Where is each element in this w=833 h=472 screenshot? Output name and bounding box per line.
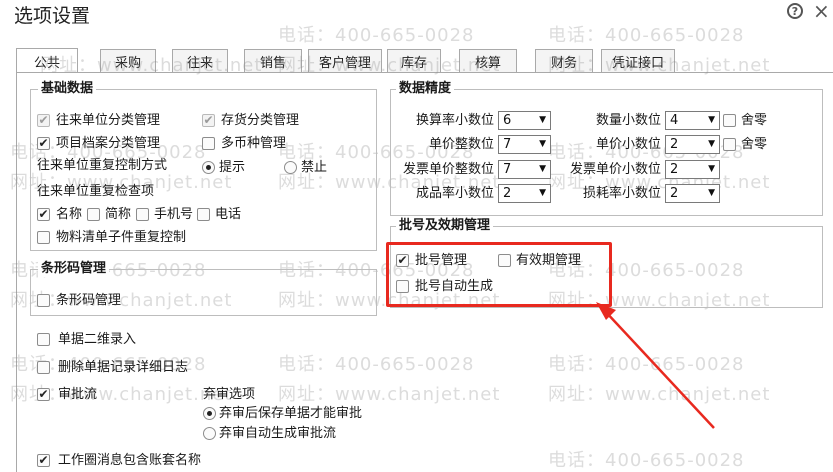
dup-check-label: 往来单位重复检查项	[37, 184, 155, 199]
stock-category-label: 存货分类管理	[221, 113, 300, 128]
select-value: 2	[670, 162, 679, 177]
select-value: 7	[503, 162, 512, 177]
check-tel-label: 电话	[215, 207, 242, 222]
watermark: 电话：400-665-0028	[548, 450, 745, 471]
project-category-checkbox[interactable]: ✔	[37, 137, 50, 150]
abandon-save-radio[interactable]	[203, 407, 216, 420]
check-mobile-checkbox[interactable]	[136, 208, 149, 221]
check-short-label: 简称	[105, 207, 132, 222]
qr-input-checkbox[interactable]	[37, 333, 50, 346]
check-name-checkbox[interactable]: ✔	[37, 208, 50, 221]
dup-forbid-radio[interactable]	[284, 161, 297, 174]
bom-dup-checkbox[interactable]	[37, 231, 50, 244]
barcode-checkbox[interactable]	[37, 294, 50, 307]
dup-prompt-label: 提示	[219, 160, 246, 175]
help-icon[interactable]: ?	[787, 3, 803, 19]
loss-decimal-select[interactable]: 2 ▼	[665, 184, 720, 203]
select-value: 6	[503, 113, 512, 128]
delete-log-checkbox[interactable]	[37, 361, 50, 374]
select-value: 2	[670, 186, 679, 201]
precision-label: 成品率小数位	[415, 186, 494, 201]
precision-label: 发票单价整数位	[402, 162, 494, 177]
check-mobile-label: 手机号	[154, 207, 194, 222]
qty-round-label: 舍零	[741, 113, 768, 128]
dropdown-arrow-icon: ▼	[708, 139, 715, 149]
contact-category-checkbox[interactable]: ✔	[37, 114, 50, 127]
abandon-save-label: 弃审后保存单据才能审批	[219, 406, 363, 421]
precision-label: 数量小数位	[595, 113, 661, 128]
bom-dup-label: 物料清单子件重复控制	[56, 230, 187, 245]
barcode-title: 条形码管理	[38, 261, 110, 277]
yield-decimal-select[interactable]: 2 ▼	[498, 184, 551, 203]
precision-label: 单价整数位	[428, 137, 494, 152]
check-tel-checkbox[interactable]	[197, 208, 210, 221]
dup-prompt-radio[interactable]	[202, 161, 215, 174]
qty-round-checkbox[interactable]	[723, 114, 736, 127]
watermark: 网址：www.chanjet.net	[548, 55, 771, 76]
dropdown-arrow-icon: ▼	[539, 188, 546, 198]
close-icon[interactable]: ×	[813, 0, 830, 23]
dropdown-arrow-icon: ▼	[539, 115, 546, 125]
price-round-label: 舍零	[741, 137, 768, 152]
project-category-label: 项目档案分类管理	[56, 136, 161, 151]
dup-forbid-label: 禁止	[301, 160, 328, 175]
approval-flow-checkbox[interactable]: ✔	[37, 388, 50, 401]
precision-label: 损耗率小数位	[582, 186, 661, 201]
basic-data-title: 基础数据	[38, 81, 97, 97]
precision-label: 发票单价小数位	[569, 162, 661, 177]
dropdown-arrow-icon: ▼	[708, 115, 715, 125]
select-value: 2	[670, 137, 679, 152]
highlight-box	[386, 242, 612, 307]
dropdown-arrow-icon: ▼	[539, 139, 546, 149]
workcircle-label: 工作圈消息包含账套名称	[58, 453, 202, 468]
check-name-label: 名称	[56, 207, 83, 222]
select-value: 4	[670, 113, 679, 128]
abandon-options-title: 弃审选项	[203, 387, 256, 402]
price-decimal-select[interactable]: 2 ▼	[665, 135, 720, 154]
qr-input-label: 单据二维录入	[58, 332, 137, 347]
workcircle-checkbox[interactable]: ✔	[37, 454, 50, 467]
abandon-auto-radio[interactable]	[203, 427, 216, 440]
precision-title: 数据精度	[396, 81, 455, 97]
annotation-arrow-icon	[596, 302, 715, 429]
check-short-checkbox[interactable]	[87, 208, 100, 221]
abandon-auto-label: 弃审自动生成审批流	[219, 426, 337, 441]
batch-expiry-title: 批号及效期管理	[396, 218, 494, 234]
dropdown-arrow-icon: ▼	[708, 188, 715, 198]
stock-category-checkbox[interactable]: ✔	[202, 114, 215, 127]
dropdown-arrow-icon: ▼	[539, 164, 546, 174]
contact-category-label: 往来单位分类管理	[56, 113, 161, 128]
invoice-price-decimal-select[interactable]: 2 ▼	[665, 160, 720, 179]
watermark: 电话：400-665-0028	[278, 25, 475, 46]
price-integer-select[interactable]: 7 ▼	[498, 135, 551, 154]
select-value: 7	[503, 137, 512, 152]
precision-label: 单价小数位	[595, 137, 661, 152]
price-round-checkbox[interactable]	[723, 138, 736, 151]
watermark: 网址：www.chanjet.net	[278, 55, 501, 76]
qty-decimal-select[interactable]: 4 ▼	[665, 111, 720, 130]
barcode-label: 条形码管理	[56, 293, 122, 308]
watermark: 电话：400-665-0028	[548, 25, 745, 46]
conversion-decimal-select[interactable]: 6 ▼	[498, 111, 551, 130]
invoice-price-integer-select[interactable]: 7 ▼	[498, 160, 551, 179]
dup-method-label: 往来单位重复控制方式	[37, 158, 168, 173]
select-value: 2	[503, 186, 512, 201]
delete-log-label: 删除单据记录详细日志	[58, 360, 189, 375]
multi-currency-checkbox[interactable]	[202, 137, 215, 150]
watermark: 电话：400-665-0028	[278, 354, 475, 375]
precision-label: 换算率小数位	[415, 113, 494, 128]
multi-currency-label: 多币种管理	[221, 136, 287, 151]
window-title: 选项设置	[14, 5, 91, 27]
approval-flow-label: 审批流	[58, 387, 98, 402]
watermark: 网址：www.chanjet.net	[40, 55, 263, 76]
watermark: 网址：www.chanjet.net	[278, 384, 501, 405]
dropdown-arrow-icon: ▼	[708, 164, 715, 174]
